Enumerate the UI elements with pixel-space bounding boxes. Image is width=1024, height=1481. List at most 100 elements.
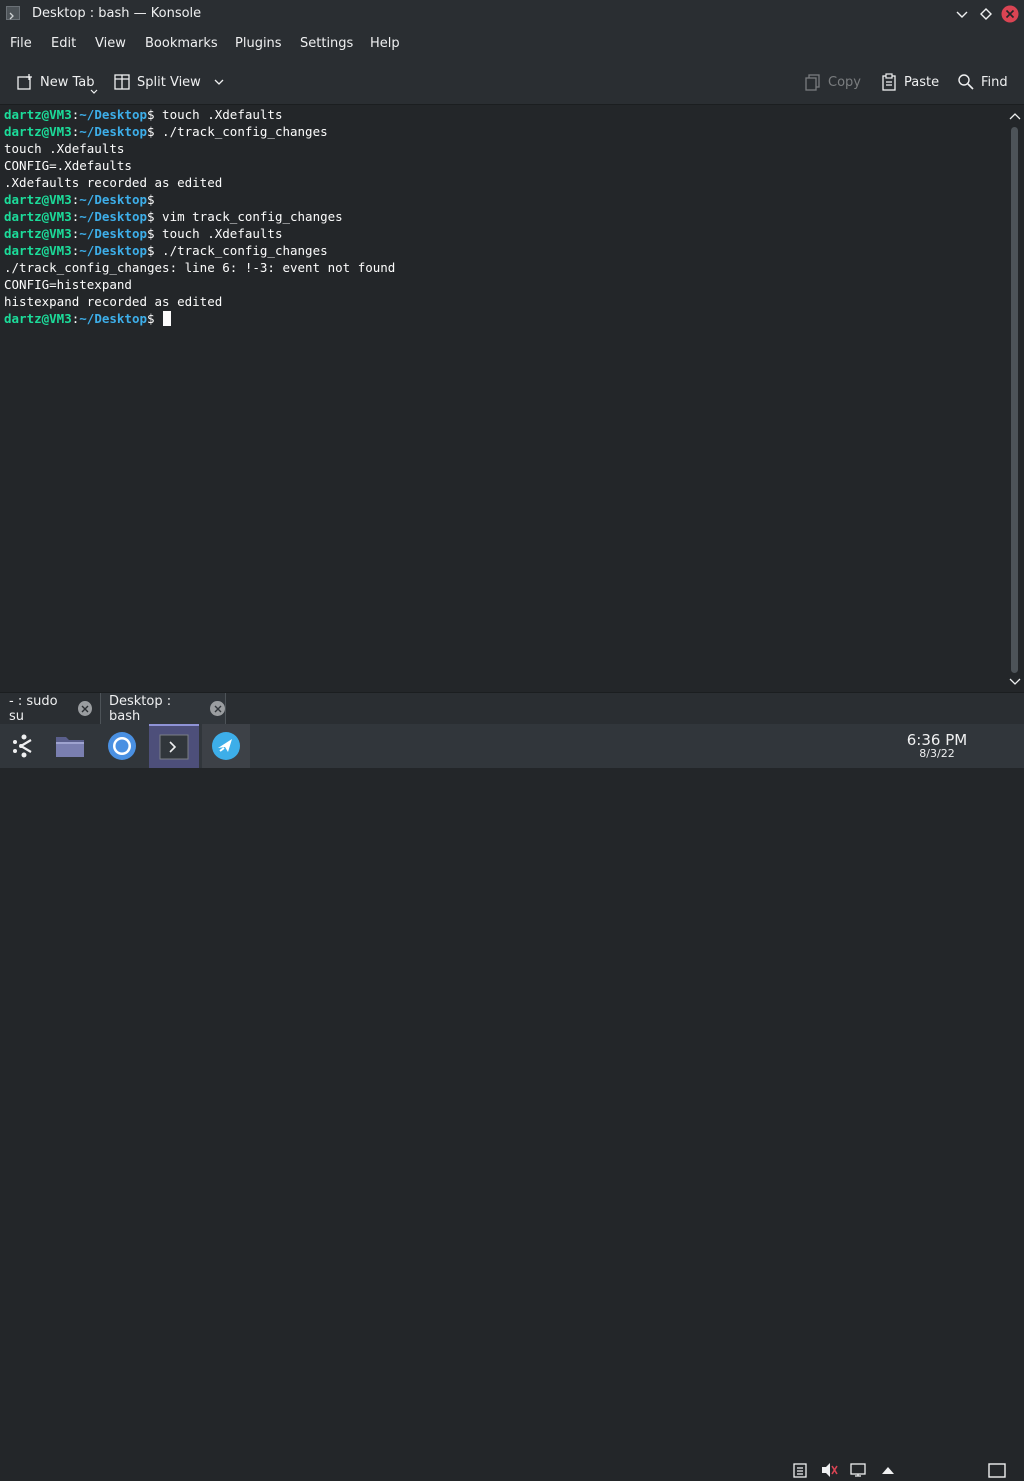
prompt-path: ~/Desktop (79, 226, 147, 241)
terminal-output-line: histexpand recorded as edited (4, 294, 223, 309)
tab-close-icon[interactable] (78, 701, 92, 716)
copy-button[interactable]: Copy (804, 60, 861, 104)
prompt-user-host: dartz@VM3 (4, 192, 72, 207)
terminal-prompt-line: dartz@VM3:~/Desktop$ touch .Xdefaults (4, 106, 282, 123)
menu-help[interactable]: Help (370, 36, 400, 51)
find-button[interactable]: Find (957, 60, 1008, 104)
tab-label: Desktop : bash (109, 693, 172, 724)
terminal-output-line: ./track_config_changes: line 6: !-3: eve… (4, 260, 396, 275)
clipboard-icon (793, 1463, 807, 1478)
new-tab-icon (17, 74, 32, 90)
close-button[interactable] (1000, 4, 1020, 24)
volume-tray[interactable] (819, 1460, 839, 1480)
prompt-path: ~/Desktop (79, 124, 147, 139)
paste-button[interactable]: Paste (880, 60, 939, 104)
prompt-path: ~/Desktop (79, 192, 147, 207)
prompt-sigil: $ (147, 226, 155, 241)
file-manager-icon (56, 737, 84, 757)
chevron-down-icon (214, 79, 224, 85)
chevron-down-icon (956, 11, 968, 18)
new-tab-button[interactable]: New Tab (16, 60, 98, 104)
paste-icon (882, 73, 896, 91)
prompt-user-host: dartz@VM3 (4, 124, 72, 139)
terminal-output-line: CONFIG=.Xdefaults (4, 158, 132, 173)
taskbar-file-manager[interactable] (46, 724, 94, 768)
minimize-button[interactable] (952, 4, 972, 24)
terminal-area[interactable]: dartz@VM3:~/Desktop$ touch .Xdefaults dar… (0, 105, 1006, 692)
application-launcher[interactable] (0, 724, 48, 768)
prompt-user-host: dartz@VM3 (4, 107, 72, 122)
prompt-path: ~/Desktop (79, 209, 147, 224)
toolbar: New Tab Split View Copy Paste Find (0, 60, 1024, 105)
vertical-scrollbar[interactable] (1006, 105, 1024, 692)
kde-connect-icon (212, 732, 240, 760)
paste-label: Paste (904, 74, 940, 90)
terminal-prompt-line: dartz@VM3:~/Desktop$ vim track_config_ch… (4, 208, 343, 225)
prompt-sigil: $ (147, 243, 155, 258)
prompt-path: ~/Desktop (79, 311, 147, 326)
konsole-app-icon[interactable] (6, 6, 20, 20)
terminal-prompt-line: dartz@VM3:~/Desktop$ (4, 191, 155, 208)
konsole-icon (159, 734, 189, 760)
menu-settings[interactable]: Settings (300, 36, 353, 51)
taskbar-chromium[interactable] (98, 724, 146, 768)
menu-view[interactable]: View (95, 36, 126, 51)
terminal-output-line: .Xdefaults recorded as edited (4, 175, 223, 190)
tab-sudo-su[interactable]: - : sudo su (0, 693, 92, 724)
menu-file[interactable]: File (10, 36, 32, 51)
title-bar[interactable]: Desktop : bash — Konsole (0, 0, 1024, 29)
close-icon (1001, 5, 1019, 23)
find-label: Find (981, 74, 1008, 90)
search-icon (958, 74, 974, 90)
prompt-sigil: $ (147, 124, 155, 139)
command-text: touch .Xdefaults (154, 107, 283, 122)
chromium-icon (108, 732, 136, 760)
terminal-prompt-line: dartz@VM3:~/Desktop$ ./track_config_chan… (4, 242, 328, 259)
scroll-up-icon[interactable] (1009, 111, 1021, 121)
prompt-user-host: dartz@VM3 (4, 226, 72, 241)
menu-bar: File Edit View Bookmarks Plugins Setting… (0, 29, 1024, 60)
copy-icon (805, 74, 820, 91)
show-desktop-button[interactable] (987, 1461, 1007, 1481)
new-tab-label: New Tab (40, 74, 95, 90)
prompt-sigil: $ (147, 107, 155, 122)
terminal-prompt-line: dartz@VM3:~/Desktop$ (4, 310, 172, 327)
clock-date[interactable]: 8/3/22 (906, 747, 968, 760)
prompt-user-host: dartz@VM3 (4, 209, 72, 224)
scroll-thumb[interactable] (1011, 127, 1018, 673)
application-launcher-icon (13, 734, 32, 758)
prompt-sigil: $ (147, 311, 155, 326)
maximize-button[interactable] (976, 4, 996, 24)
network-tray[interactable] (849, 1460, 869, 1480)
prompt-path: ~/Desktop (79, 243, 147, 258)
command-text (155, 311, 163, 326)
command-text: ./track_config_changes (154, 124, 328, 139)
clipboard-tray[interactable] (790, 1460, 810, 1480)
show-hidden-icons[interactable] (878, 1460, 898, 1480)
arrow-up-icon (882, 1467, 894, 1474)
split-view-icon (114, 74, 130, 90)
split-view-button[interactable]: Split View (113, 60, 231, 104)
command-text: vim track_config_changes (154, 209, 343, 224)
network-wired-icon (850, 1463, 866, 1477)
terminal-prompt-line: dartz@VM3:~/Desktop$ ./track_config_chan… (4, 123, 328, 140)
taskbar-konsole[interactable] (149, 724, 199, 768)
tab-desktop-bash[interactable]: Desktop : bash (100, 693, 226, 724)
prompt-sigil: $ (147, 209, 155, 224)
prompt-user-host: dartz@VM3 (4, 243, 72, 258)
menu-bookmarks[interactable]: Bookmarks (145, 36, 218, 51)
tab-close-icon[interactable] (210, 701, 225, 716)
window-title: Desktop : bash — Konsole (32, 6, 202, 21)
scroll-down-icon[interactable] (1009, 677, 1021, 687)
dropdown-arrow-icon (90, 89, 98, 94)
tab-label: - : sudo su (9, 693, 58, 724)
taskbar (0, 724, 1024, 1478)
command-text: touch .Xdefaults (154, 226, 283, 241)
menu-edit[interactable]: Edit (51, 36, 76, 51)
taskbar-kde-connect[interactable] (202, 724, 250, 768)
menu-plugins[interactable]: Plugins (235, 36, 282, 51)
prompt-sigil: $ (147, 192, 155, 207)
command-text: ./track_config_changes (154, 243, 328, 258)
prompt-path: ~/Desktop (79, 107, 147, 122)
terminal-cursor (163, 311, 172, 326)
